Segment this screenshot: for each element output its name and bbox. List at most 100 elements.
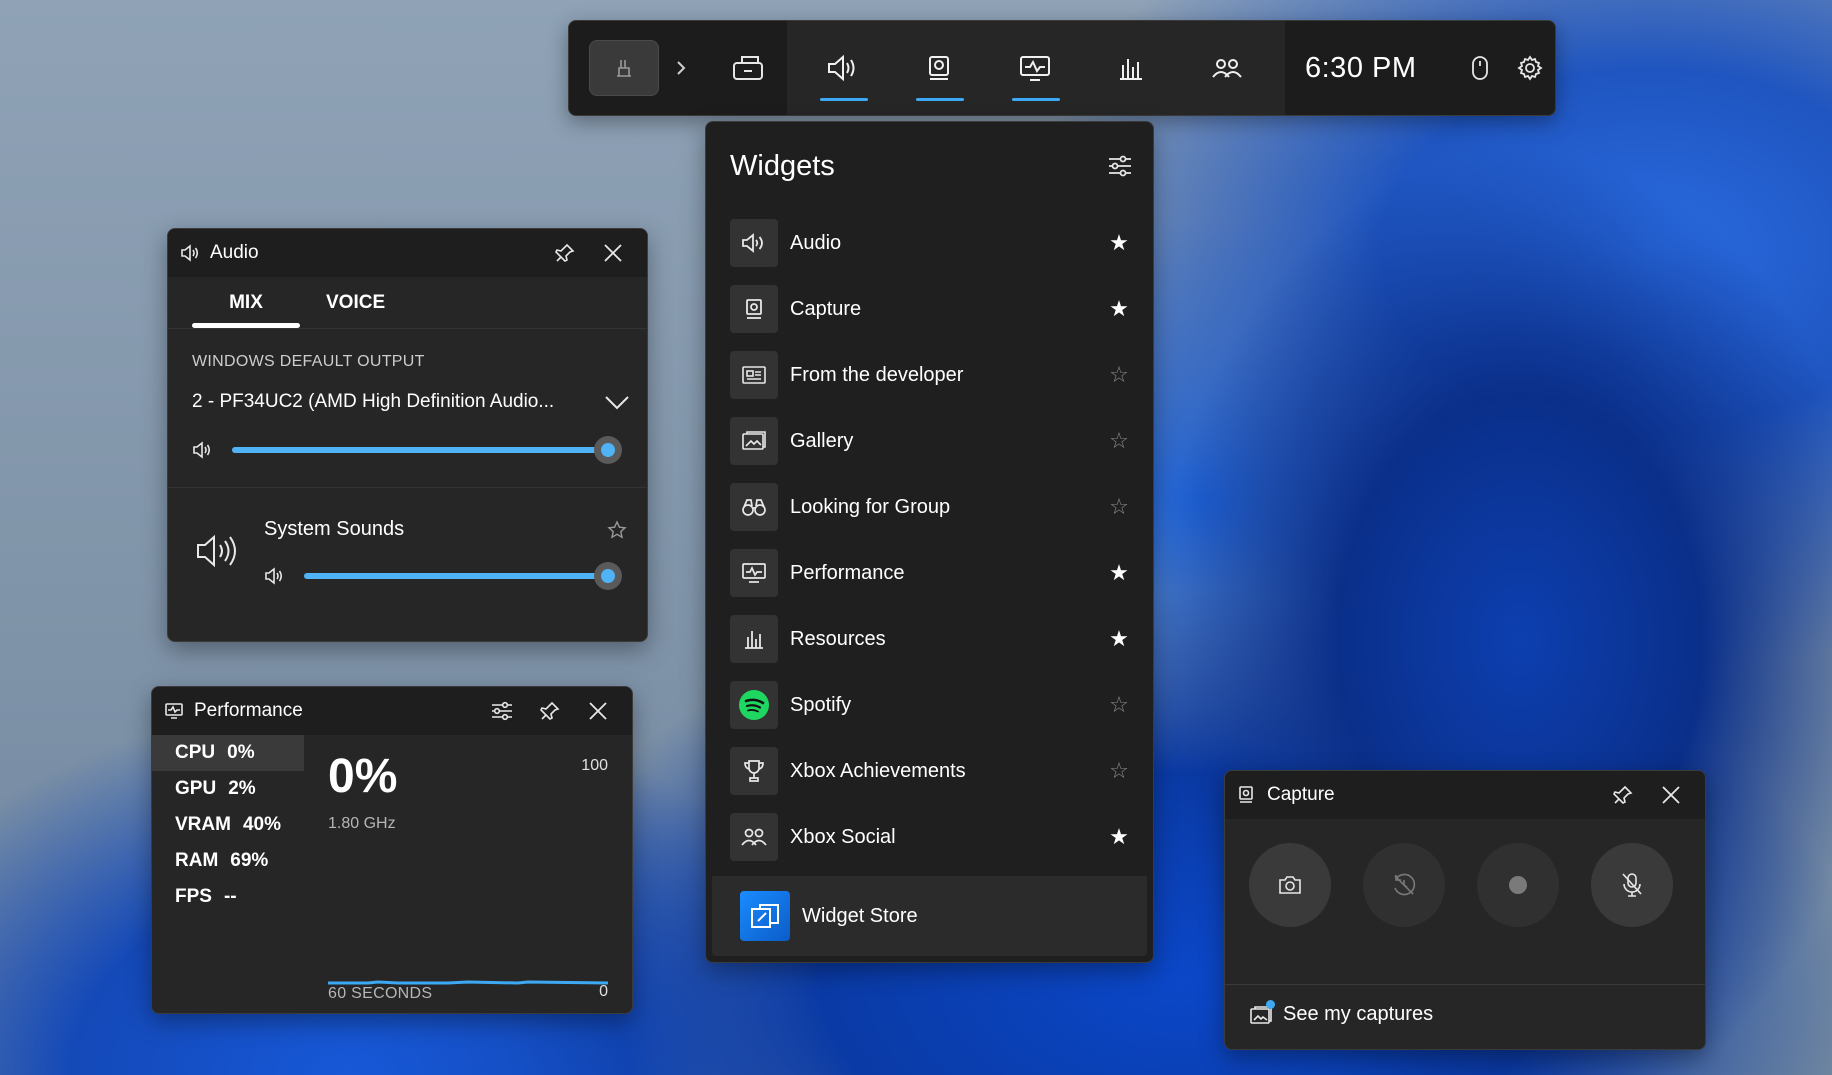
binoculars-icon (730, 483, 778, 531)
app-volume-thumb[interactable] (594, 562, 622, 590)
metric-ram[interactable]: RAM 69% (152, 843, 304, 879)
record-dot-icon (1509, 876, 1527, 894)
app-volume-row (264, 562, 647, 590)
pin-icon[interactable] (541, 233, 589, 273)
performance-title: Performance (194, 700, 303, 721)
metric-cpu[interactable]: CPU 0% (152, 735, 304, 771)
close-icon[interactable] (589, 233, 637, 273)
monitor-icon (730, 549, 778, 597)
metric-vram[interactable]: VRAM 40% (152, 807, 304, 843)
capture-toggle-button[interactable] (891, 21, 987, 115)
screenshot-button[interactable] (1249, 843, 1331, 927)
xbox-social-toggle-button[interactable] (1179, 21, 1275, 115)
star-filled-icon[interactable]: ★ (1107, 296, 1131, 322)
widget-store-button[interactable]: Widget Store (712, 876, 1147, 956)
people-icon (730, 813, 778, 861)
filter-icon[interactable] (1107, 155, 1133, 177)
star-outline-icon[interactable]: ☆ (1107, 494, 1131, 520)
widgets-menu-title: Widgets (730, 149, 835, 182)
performance-toggle-button[interactable] (987, 21, 1083, 115)
metric-key: CPU (175, 742, 216, 763)
widget-list-item[interactable]: Resources ★ (730, 606, 1153, 672)
widget-list-item-label: Xbox Achievements (790, 759, 966, 782)
record-button[interactable] (1477, 843, 1559, 927)
chevron-down-icon[interactable] (602, 394, 632, 410)
speaker-icon (730, 219, 778, 267)
tab-mix[interactable]: MIX (192, 277, 300, 328)
star-filled-icon[interactable]: ★ (1107, 230, 1131, 256)
filter-icon[interactable] (478, 691, 526, 731)
clock-text: 6:30 PM (1305, 51, 1417, 84)
graph-min-label: 0 (599, 983, 608, 1000)
pin-icon[interactable] (1599, 775, 1647, 815)
star-filled-icon[interactable]: ★ (1107, 824, 1131, 850)
star-outline-icon[interactable]: ☆ (1107, 692, 1131, 718)
widget-list-item[interactable]: Looking for Group ☆ (730, 474, 1153, 540)
widget-list-item-label: Looking for Group (790, 495, 951, 518)
widget-list-item[interactable]: Spotify ☆ (730, 672, 1153, 738)
metric-fps[interactable]: FPS -- (152, 879, 304, 915)
widget-list-item[interactable]: Xbox Social ★ (730, 804, 1153, 870)
mic-off-button[interactable] (1591, 843, 1673, 927)
widget-list-item-label: Performance (790, 561, 905, 584)
metric-key: FPS (175, 886, 212, 907)
app-mixer-row: System Sounds (168, 496, 647, 606)
output-label: WINDOWS DEFAULT OUTPUT (192, 353, 425, 370)
home-icon[interactable] (589, 40, 659, 96)
app-volume-fill (304, 573, 608, 579)
metric-gpu[interactable]: GPU 2% (152, 771, 304, 807)
widget-list-item[interactable]: From the developer ☆ (730, 342, 1153, 408)
star-outline-icon[interactable] (607, 519, 627, 540)
record-last-30s-button[interactable] (1363, 843, 1445, 927)
star-filled-icon[interactable]: ★ (1107, 560, 1131, 586)
see-captures-label: See my captures (1283, 1003, 1434, 1025)
widget-list-item-label: Spotify (790, 693, 852, 716)
app-volume-slider[interactable] (304, 562, 622, 590)
metric-value: 69% (230, 850, 269, 871)
widget-list-item[interactable]: Capture ★ (730, 276, 1153, 342)
metric-value: -- (223, 886, 237, 907)
audio-header: Audio (168, 229, 647, 277)
master-volume-row (192, 436, 647, 464)
output-device-name: 2 - PF34UC2 (AMD High Definition Audio..… (192, 391, 555, 412)
mouse-icon[interactable] (1455, 40, 1505, 96)
widget-store-label: Widget Store (802, 904, 918, 927)
widget-list-item[interactable]: Performance ★ (730, 540, 1153, 606)
see-captures-link[interactable]: See my captures (1225, 984, 1705, 1044)
spotify-icon (730, 681, 778, 729)
widget-list-item[interactable]: Audio ★ (730, 210, 1153, 276)
close-icon[interactable] (1647, 775, 1695, 815)
star-outline-icon[interactable]: ☆ (1107, 362, 1131, 388)
close-icon[interactable] (574, 691, 622, 731)
master-volume-slider[interactable] (232, 436, 622, 464)
star-filled-icon[interactable]: ★ (1107, 626, 1131, 652)
resources-toggle-button[interactable] (1083, 21, 1179, 115)
widget-list-item[interactable]: Xbox Achievements ☆ (730, 738, 1153, 804)
speaker-large-icon (168, 496, 264, 606)
metric-big-value: 0% (328, 750, 398, 803)
star-outline-icon[interactable]: ☆ (1107, 758, 1131, 784)
widget-store-icon (740, 891, 790, 941)
chevron-right-icon[interactable] (663, 40, 699, 96)
pin-icon[interactable] (526, 691, 574, 731)
tab-voice[interactable]: VOICE (300, 277, 403, 328)
gear-icon[interactable] (1505, 40, 1555, 96)
widget-menu-button[interactable] (713, 40, 783, 96)
master-volume-thumb[interactable] (594, 436, 622, 464)
metric-value: 2% (228, 778, 256, 799)
trophy-icon (730, 747, 778, 795)
gallery-icon (1249, 999, 1275, 1026)
star-outline-icon[interactable]: ☆ (1107, 428, 1131, 454)
widget-list-item[interactable]: Gallery ☆ (730, 408, 1153, 474)
metric-value: 40% (242, 814, 281, 835)
widgets-menu: Widgets Audio ★ Capture ★ From the developer… (705, 121, 1154, 963)
graph-max-label: 100 (581, 757, 608, 774)
audio-toggle-button[interactable] (795, 21, 891, 115)
notification-dot (1266, 999, 1275, 1009)
widget-list-item-label: Gallery (790, 429, 854, 452)
capture-icon (730, 285, 778, 333)
metric-key: RAM (175, 850, 219, 871)
performance-header: Performance (152, 687, 632, 735)
app-name: System Sounds (264, 518, 405, 540)
output-device-dropdown[interactable]: 2 - PF34UC2 (AMD High Definition Audio..… (192, 391, 632, 413)
